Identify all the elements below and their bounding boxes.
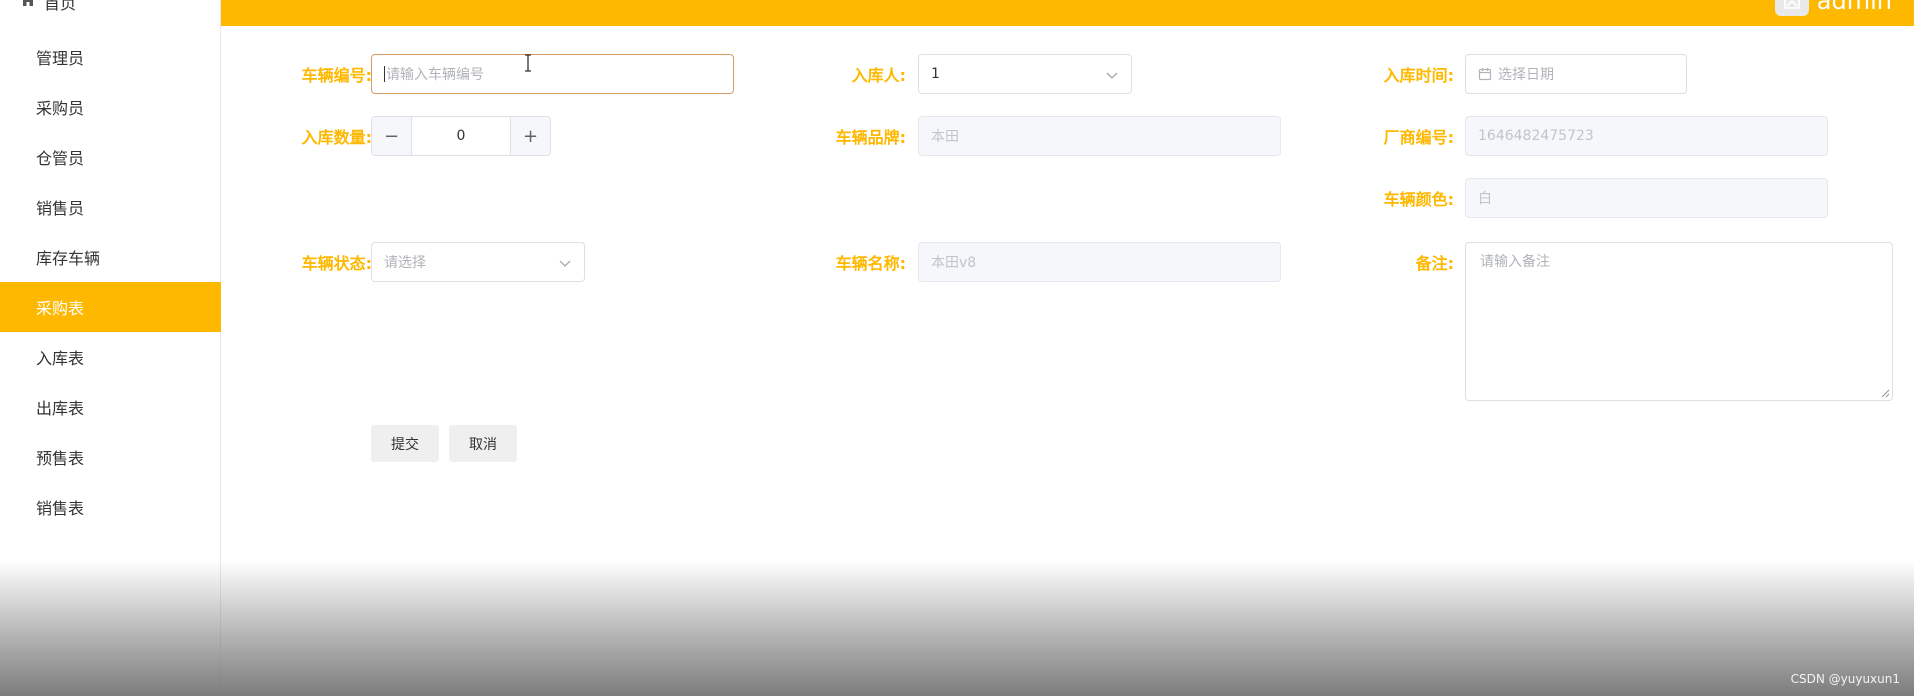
cancel-button[interactable]: 取消 [449,425,517,462]
quantity-label: 入库数量: [301,128,372,147]
brand-input: 本田 [918,116,1281,156]
watermark: CSDN @yuyuxun1 [1790,672,1900,686]
sidebar: 首页 管理员 采购员 仓管员 销售员 库存车辆 采购表 入库表 出库表 预售表 … [0,0,221,696]
color-input: 白 [1465,178,1828,218]
sidebar-item-presale-table[interactable]: 预售表 [0,432,221,482]
user-menu[interactable]: admin [1774,0,1892,16]
sidebar-item-label: 销售员 [36,199,85,218]
sidebar-item-label: 首页 [44,0,77,13]
sidebar-item-label: 采购表 [36,299,85,318]
brand-label: 车辆品牌: [835,128,906,147]
sidebar-item-home[interactable]: 首页 [20,0,76,13]
remark-placeholder: 请输入备注 [1480,254,1550,270]
quantity-stepper: − 0 + [371,116,551,156]
vehicle-no-placeholder: 请输入车辆编号 [386,67,484,83]
chevron-down-icon [559,260,571,267]
manufacturer-no-input: 1646482475723 [1465,116,1828,156]
sidebar-item-outbound-table[interactable]: 出库表 [0,382,221,432]
color-label: 车辆颜色: [1383,190,1454,209]
increase-button[interactable]: + [510,117,550,155]
quantity-value[interactable]: 0 [412,117,510,155]
bottom-overlay [0,560,1914,696]
vehicle-no-label: 车辆编号: [301,66,372,85]
sidebar-item-label: 采购员 [36,99,85,118]
submit-button[interactable]: 提交 [371,425,439,462]
status-select[interactable]: 请选择 [371,242,585,282]
manufacturer-no-label: 厂商编号: [1383,128,1454,147]
chevron-down-icon [1106,72,1118,79]
header-bar: admin [221,0,1914,26]
username: admin [1816,0,1892,15]
sidebar-item-label: 入库表 [36,349,85,368]
status-label: 车辆状态: [301,254,372,273]
status-placeholder: 请选择 [384,255,426,271]
warehouse-person-label: 入库人: [851,66,906,85]
warehouse-person-value: 1 [931,66,940,82]
avatar [1774,0,1809,16]
sidebar-item-salespeople[interactable]: 销售员 [0,182,221,232]
sidebar-item-label: 出库表 [36,399,85,418]
manufacturer-no-value: 1646482475723 [1478,128,1594,144]
warehouse-time-picker[interactable]: 选择日期 [1465,54,1687,94]
remark-label: 备注: [1415,254,1454,273]
sidebar-item-admins[interactable]: 管理员 [0,32,221,82]
vehicle-name-input: 本田v8 [918,242,1281,282]
sidebar-item-label: 仓管员 [36,149,85,168]
sidebar-item-label: 销售表 [36,499,85,518]
text-caret [384,66,385,82]
sidebar-item-warehouse-keepers[interactable]: 仓管员 [0,132,221,182]
resize-handle-icon[interactable] [1880,388,1890,398]
brand-value: 本田 [931,129,959,145]
user-icon [1783,0,1800,9]
sidebar-item-label: 预售表 [36,449,85,468]
sidebar-item-label: 管理员 [36,49,85,68]
warehouse-time-placeholder: 选择日期 [1498,67,1554,83]
remark-textarea[interactable]: 请输入备注 [1465,242,1893,401]
sidebar-item-inventory[interactable]: 库存车辆 [0,232,221,282]
sidebar-item-label: 库存车辆 [36,249,101,268]
vehicle-no-input[interactable]: 请输入车辆编号 [371,54,734,94]
color-value: 白 [1478,191,1492,207]
decrease-button[interactable]: − [372,117,412,155]
vehicle-name-value: 本田v8 [931,255,977,271]
sidebar-item-sales-table[interactable]: 销售表 [0,482,221,532]
warehouse-person-select[interactable]: 1 [918,54,1132,94]
sidebar-item-inbound-table[interactable]: 入库表 [0,332,221,382]
vehicle-name-label: 车辆名称: [835,254,906,273]
warehouse-time-label: 入库时间: [1383,66,1454,85]
home-icon [20,0,36,12]
sidebar-item-purchase-table[interactable]: 采购表 [0,282,221,332]
sidebar-item-purchasers[interactable]: 采购员 [0,82,221,132]
calendar-icon [1478,68,1492,81]
text-cursor-icon [525,54,531,72]
